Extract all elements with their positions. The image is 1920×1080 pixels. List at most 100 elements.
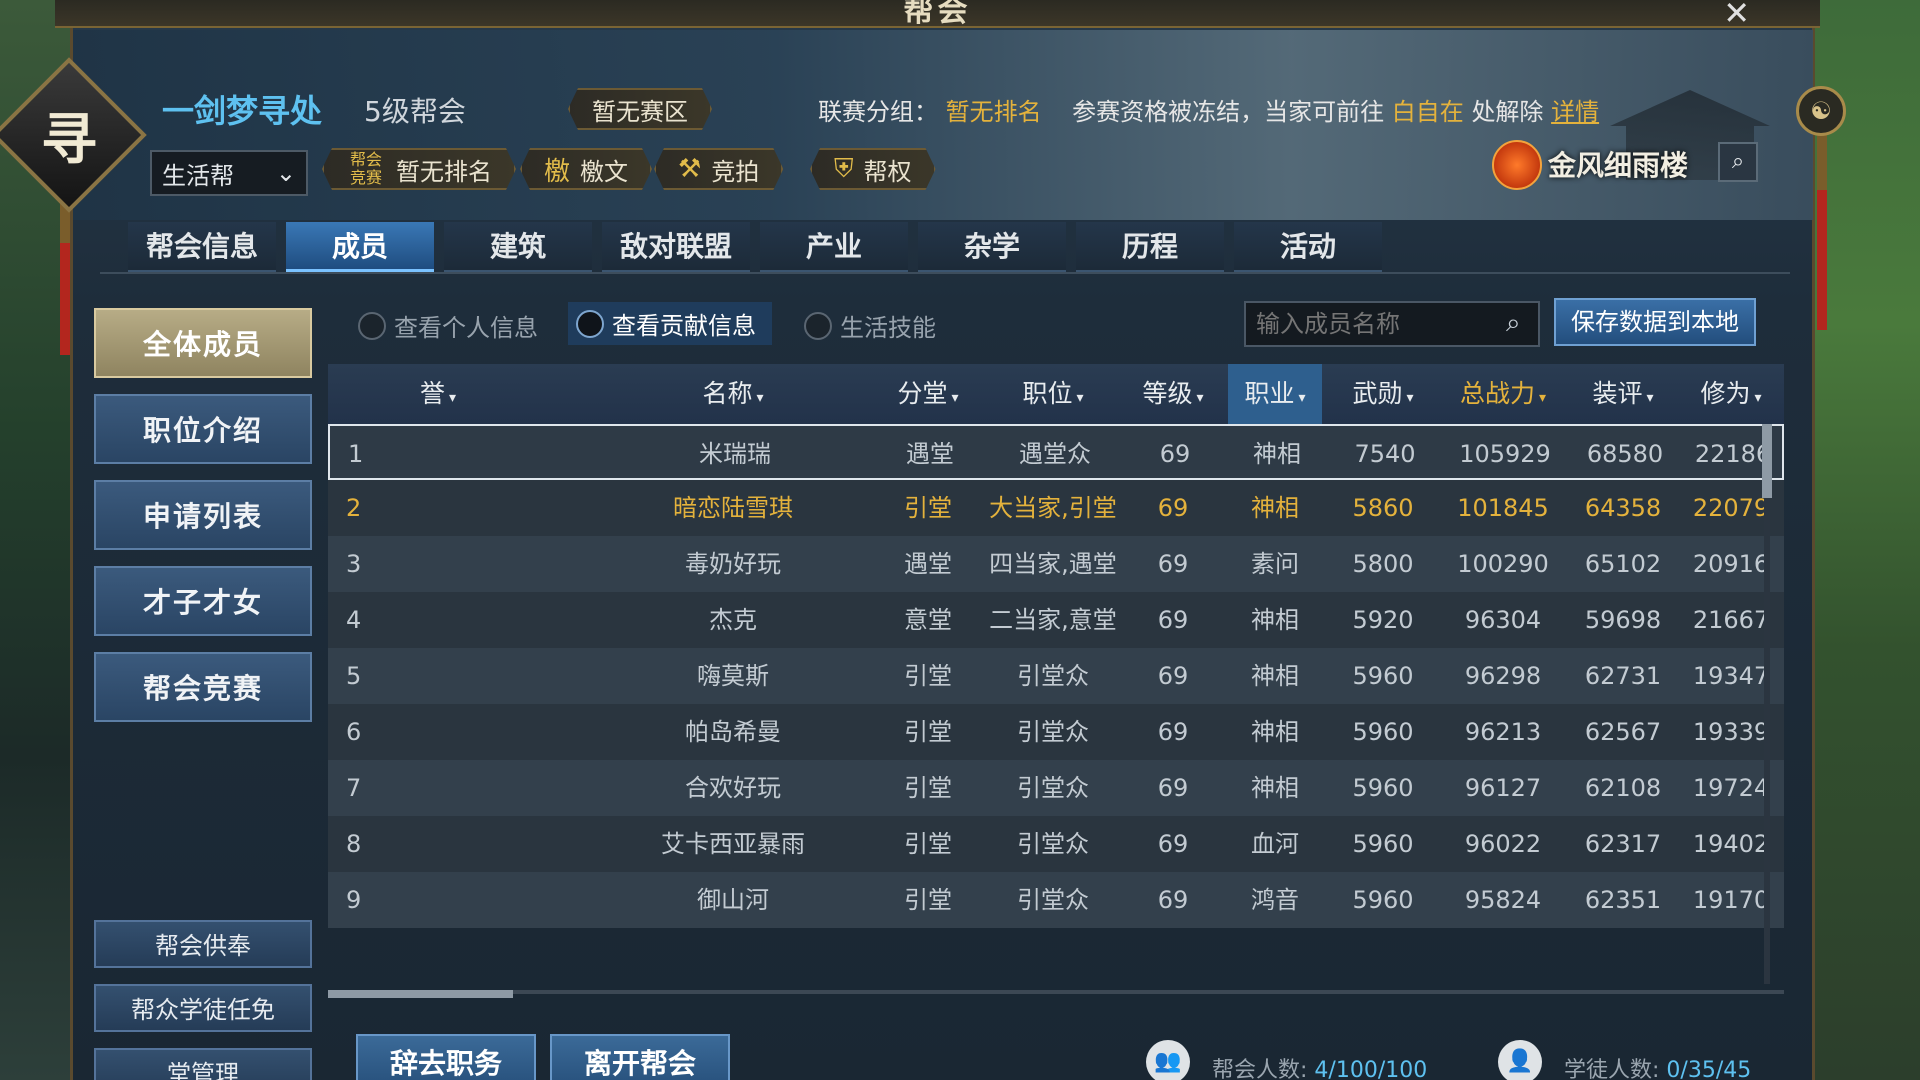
title-bar: 帮会 ✕ bbox=[55, 0, 1820, 32]
tab-members[interactable]: 成员 bbox=[286, 222, 434, 272]
member-honor: 5860 bbox=[1352, 494, 1414, 522]
side-hall-management[interactable]: 堂管理 bbox=[94, 1048, 312, 1080]
member-gear: 68580 bbox=[1586, 440, 1664, 468]
table-row[interactable]: 9 御山河 引堂 引堂众 69 鸿音 5960 95824 62351 1917… bbox=[328, 872, 1784, 928]
member-class: 神相 bbox=[1253, 440, 1301, 468]
side-position-intro[interactable]: 职位介绍 bbox=[94, 394, 312, 464]
row-index: 6 bbox=[346, 718, 362, 746]
row-index: 3 bbox=[346, 550, 362, 578]
member-gear: 64358 bbox=[1584, 494, 1662, 522]
col-position[interactable]: 职位 ▾ bbox=[988, 364, 1118, 424]
view-personal-info-label: 查看个人信息 bbox=[394, 314, 538, 342]
col-class[interactable]: 职业 ▾ bbox=[1228, 364, 1322, 424]
member-level: 69 bbox=[1157, 774, 1189, 802]
region-label: 暂无赛区 bbox=[592, 97, 688, 126]
authority-label: 帮权 bbox=[863, 157, 912, 186]
col-reputation[interactable]: 誉 ▾ bbox=[388, 364, 488, 424]
auction-chip[interactable]: ⚒ 竞拍 bbox=[654, 148, 783, 190]
side-application-list[interactable]: 申请列表 bbox=[94, 480, 312, 550]
col-honor[interactable]: 武勋 ▾ bbox=[1328, 364, 1438, 424]
tab-buildings[interactable]: 建筑 bbox=[444, 222, 592, 272]
member-hall: 意堂 bbox=[904, 606, 952, 634]
ornament-icon: ☯ bbox=[1796, 86, 1846, 136]
chevron-down-icon: ⌄ bbox=[275, 159, 296, 187]
league-notice-pre: 参赛资格被冻结，当家可前往 bbox=[1072, 98, 1385, 126]
apprentice-count: 学徒人数: 0/35/45 bbox=[1564, 1052, 1751, 1080]
region-chip[interactable]: 暂无赛区 bbox=[568, 88, 712, 130]
view-contribution-label: 查看贡献信息 bbox=[612, 312, 756, 340]
search-icon[interactable]: ⌕ bbox=[1718, 142, 1758, 182]
member-count: 帮会人数: 4/100/100 bbox=[1212, 1052, 1427, 1080]
tab-industry[interactable]: 产业 bbox=[760, 222, 908, 272]
branch-select[interactable]: 生活帮 ⌄ bbox=[150, 150, 308, 196]
table-row[interactable]: 1 米瑞瑞 遇堂 遇堂众 69 神相 7540 105929 68580 221… bbox=[328, 424, 1784, 480]
search-icon[interactable]: ⌕ bbox=[1506, 308, 1521, 339]
table-row[interactable]: 7 合欢好玩 引堂 引堂众 69 神相 5960 96127 62108 197… bbox=[328, 760, 1784, 816]
table-row[interactable]: 4 杰克 意堂 二当家,意堂 69 神相 5920 96304 59698 21… bbox=[328, 592, 1784, 648]
side-guild-competition[interactable]: 帮会竞赛 bbox=[94, 652, 312, 722]
view-life-skills[interactable]: 生活技能 bbox=[804, 308, 936, 343]
resign-button[interactable]: 辞去职务 bbox=[356, 1034, 536, 1080]
col-name[interactable]: 名称 ▾ bbox=[658, 364, 808, 424]
member-name: 米瑞瑞 bbox=[699, 440, 771, 468]
member-hall: 遇堂 bbox=[904, 550, 952, 578]
member-table-body: 1 米瑞瑞 遇堂 遇堂众 69 神相 7540 105929 68580 221… bbox=[328, 424, 1784, 928]
side-guild-offering[interactable]: 帮会供奉 bbox=[94, 920, 312, 968]
member-honor: 5960 bbox=[1352, 662, 1414, 690]
tab-enemy-alliance[interactable]: 敌对联盟 bbox=[602, 222, 750, 272]
member-honor: 5960 bbox=[1352, 774, 1414, 802]
member-position: 引堂众 bbox=[1017, 718, 1089, 746]
table-row[interactable]: 3 毒奶好玩 遇堂 四当家,遇堂 69 素问 5800 100290 65102… bbox=[328, 536, 1784, 592]
tab-misc-studies[interactable]: 杂学 bbox=[918, 222, 1066, 272]
col-hall[interactable]: 分堂 ▾ bbox=[868, 364, 988, 424]
leave-guild-button[interactable]: 离开帮会 bbox=[550, 1034, 730, 1080]
tab-guild-info[interactable]: 帮会信息 bbox=[128, 222, 276, 272]
proclamation-chip[interactable]: 檄 檄文 bbox=[520, 148, 652, 190]
horizontal-scrollbar-thumb[interactable] bbox=[328, 990, 513, 998]
member-level: 69 bbox=[1157, 718, 1189, 746]
table-row[interactable]: 2 暗恋陆雪琪 引堂 大当家,引堂 69 神相 5860 101845 6435… bbox=[328, 480, 1784, 536]
side-all-members[interactable]: 全体成员 bbox=[94, 308, 312, 378]
row-index: 8 bbox=[346, 830, 362, 858]
side-apprentice-appoint[interactable]: 帮众学徒任免 bbox=[94, 984, 312, 1032]
vertical-scrollbar[interactable] bbox=[1764, 424, 1770, 984]
side-talents[interactable]: 才子才女 bbox=[94, 566, 312, 636]
table-row[interactable]: 5 嗨莫斯 引堂 引堂众 69 神相 5960 96298 62731 1934… bbox=[328, 648, 1784, 704]
table-row[interactable]: 6 帕岛希曼 引堂 引堂众 69 神相 5960 96213 62567 193… bbox=[328, 704, 1784, 760]
member-class: 神相 bbox=[1251, 494, 1299, 522]
member-honor: 5800 bbox=[1352, 550, 1414, 578]
member-search-input[interactable] bbox=[1244, 301, 1540, 347]
close-icon[interactable]: ✕ bbox=[1723, 0, 1750, 32]
member-position: 引堂众 bbox=[1017, 662, 1089, 690]
authority-chip[interactable]: ⛨ 帮权 bbox=[810, 148, 936, 190]
member-hall: 引堂 bbox=[904, 886, 952, 914]
radio-icon bbox=[804, 311, 832, 340]
vertical-scrollbar-thumb[interactable] bbox=[1762, 424, 1772, 498]
view-personal-info[interactable]: 查看个人信息 bbox=[358, 308, 538, 343]
member-gear: 62317 bbox=[1584, 830, 1662, 858]
tab-history[interactable]: 历程 bbox=[1076, 222, 1224, 272]
league-label: 联赛分组： bbox=[818, 98, 938, 126]
member-power: 100290 bbox=[1457, 550, 1549, 578]
league-detail-link[interactable]: 详情 bbox=[1551, 98, 1599, 126]
view-contribution-info[interactable]: 查看贡献信息 bbox=[568, 302, 772, 345]
member-position: 四当家,遇堂 bbox=[989, 550, 1117, 578]
table-row[interactable]: 8 艾卡西亚暴雨 引堂 引堂众 69 血河 5960 96022 62317 1… bbox=[328, 816, 1784, 872]
member-gear: 59698 bbox=[1584, 606, 1662, 634]
view-life-skills-label: 生活技能 bbox=[840, 314, 936, 342]
member-hall: 引堂 bbox=[904, 494, 952, 522]
save-data-button[interactable]: 保存数据到本地 bbox=[1554, 298, 1756, 346]
member-class: 神相 bbox=[1251, 662, 1299, 690]
col-gear-score[interactable]: 装评 ▾ bbox=[1568, 364, 1678, 424]
tab-activities[interactable]: 活动 bbox=[1234, 222, 1382, 272]
rank-chip[interactable]: 帮会竞赛 暂无排名 bbox=[322, 148, 516, 190]
lantern-left-decoration bbox=[60, 195, 70, 355]
col-cultivation[interactable]: 修为 ▾ bbox=[1678, 364, 1784, 424]
league-place[interactable]: 白自在 bbox=[1392, 98, 1464, 126]
col-total-power[interactable]: 总战力 ▾ bbox=[1438, 364, 1568, 424]
radio-icon bbox=[576, 309, 604, 338]
member-honor: 7540 bbox=[1354, 440, 1416, 468]
horizontal-scrollbar[interactable] bbox=[328, 990, 1784, 994]
member-class: 鸿音 bbox=[1251, 886, 1299, 914]
col-level[interactable]: 等级 ▾ bbox=[1118, 364, 1228, 424]
